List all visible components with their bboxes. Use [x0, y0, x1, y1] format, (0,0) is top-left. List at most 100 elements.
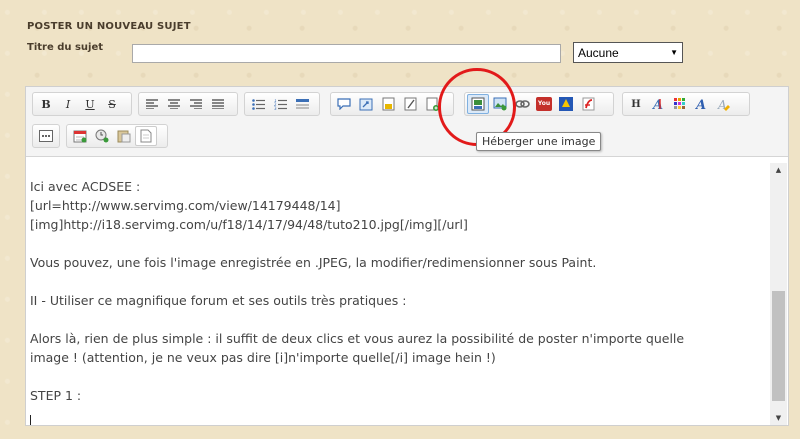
subject-label: Titre du sujet [27, 42, 104, 53]
editor: B I U S 123 You H A A A Ici avec ACDSEE … [25, 86, 789, 426]
font-style-icon: A [695, 98, 706, 111]
tooltip: Héberger une image [476, 132, 602, 151]
color-icon [674, 98, 685, 109]
editor-line [30, 272, 767, 291]
spoiler-icon [382, 97, 394, 111]
dailymotion-button[interactable] [555, 94, 577, 114]
hide-button[interactable] [399, 94, 421, 114]
numbered-list-icon: 123 [274, 99, 287, 110]
code-icon [359, 98, 373, 110]
source-icon [140, 129, 152, 143]
heading-button[interactable]: H [625, 94, 647, 114]
image-button[interactable] [489, 94, 511, 114]
numbered-list-button[interactable]: 123 [269, 94, 291, 114]
toolbar-group-alignment [138, 92, 238, 116]
strikethrough-icon: S [108, 97, 116, 111]
host-image-icon [471, 97, 485, 111]
align-left-button[interactable] [141, 94, 163, 114]
svg-text:A: A [651, 98, 663, 111]
section-title: POSTER UN NOUVEAU SUJET [27, 21, 191, 32]
scroll-up-arrow-icon[interactable]: ▲ [770, 163, 787, 177]
dailymotion-icon [559, 97, 573, 111]
chevron-down-icon: ▼ [670, 48, 678, 57]
date-icon [73, 130, 87, 143]
hide-icon [404, 97, 416, 111]
text-caret [30, 415, 31, 425]
subject-input[interactable] [132, 44, 561, 63]
scroll-thumb[interactable] [772, 291, 785, 401]
image-icon [493, 97, 507, 111]
toolbar-group-fonts: H A A A [622, 92, 750, 116]
editor-line: Alors là, rien de plus simple : il suffi… [30, 331, 685, 346]
underline-icon: U [85, 97, 95, 111]
svg-text:3: 3 [274, 106, 277, 110]
font-icon: A [651, 98, 663, 111]
date-button[interactable] [69, 126, 91, 146]
align-right-button[interactable] [185, 94, 207, 114]
color-button[interactable] [669, 94, 691, 114]
bold-icon: B [41, 97, 51, 111]
editor-line: [img]http://i18.servimg.com/u/f18/14/17/… [30, 217, 468, 232]
align-right-icon [190, 99, 202, 109]
toolbar-group-misc [66, 124, 168, 148]
strikethrough-button[interactable]: S [101, 94, 123, 114]
youtube-label: You [537, 100, 551, 107]
toolbar-group-lists: 123 [244, 92, 320, 116]
spoiler-button[interactable] [377, 94, 399, 114]
editor-line: STEP 1 : [30, 388, 82, 403]
more-icon [39, 130, 53, 142]
more-button[interactable] [35, 126, 57, 146]
code-button[interactable] [355, 94, 377, 114]
horizontal-rule-icon [295, 99, 309, 109]
scrollbar[interactable]: ▲ ▼ [770, 163, 787, 425]
justify-icon [212, 99, 224, 109]
font-button[interactable]: A [647, 94, 669, 114]
italic-icon: I [65, 97, 71, 111]
scroll-down-arrow-icon[interactable]: ▼ [770, 411, 787, 425]
icon-select-value: Aucune [578, 45, 619, 60]
editor-content[interactable]: Ici avec ACDSEE : [url=http://www.servim… [26, 157, 771, 425]
quote-button[interactable] [333, 94, 355, 114]
bulleted-list-button[interactable] [247, 94, 269, 114]
font-style-button[interactable]: A [691, 94, 713, 114]
editor-line [30, 234, 767, 253]
editor-line [30, 310, 767, 329]
random-button[interactable] [91, 126, 113, 146]
toolbar-group-blocks [330, 92, 454, 116]
horizontal-rule-button[interactable] [291, 94, 313, 114]
editor-line: Vous pouvez, une fois l'image enregistré… [30, 255, 597, 270]
align-center-button[interactable] [163, 94, 185, 114]
clear-format-icon: A [717, 98, 730, 111]
youtube-icon: You [536, 97, 552, 111]
flash-icon [582, 97, 594, 111]
svg-text:A: A [695, 98, 706, 111]
icon-select[interactable]: Aucune ▼ [573, 42, 683, 63]
clear-format-button[interactable]: A [713, 94, 735, 114]
toolbar-group-text-style: B I U S [32, 92, 132, 116]
random-icon [95, 129, 109, 143]
bold-button[interactable]: B [35, 94, 57, 114]
add-doc-button[interactable] [421, 94, 443, 114]
toolbar: B I U S 123 You H A A A [26, 87, 788, 157]
toolbar-group-media: You [464, 92, 614, 116]
italic-button[interactable]: I [57, 94, 79, 114]
quote-icon [337, 98, 351, 110]
paste-button[interactable] [113, 126, 135, 146]
bulleted-list-icon [251, 98, 265, 110]
justify-button[interactable] [207, 94, 229, 114]
flash-button[interactable] [577, 94, 599, 114]
link-icon [514, 100, 530, 108]
youtube-button[interactable]: You [533, 94, 555, 114]
link-button[interactable] [511, 94, 533, 114]
editor-line [30, 367, 767, 386]
add-doc-icon [426, 97, 439, 111]
heading-icon: H [631, 98, 641, 110]
source-button[interactable] [135, 126, 157, 146]
host-image-button[interactable] [467, 94, 489, 114]
underline-button[interactable]: U [79, 94, 101, 114]
editor-line: image ! (attention, je ne veux pas dire … [30, 350, 496, 365]
editor-line: Ici avec ACDSEE : [30, 179, 141, 194]
align-left-icon [146, 99, 158, 109]
align-center-icon [168, 99, 180, 109]
toolbar-group-more [32, 124, 60, 148]
